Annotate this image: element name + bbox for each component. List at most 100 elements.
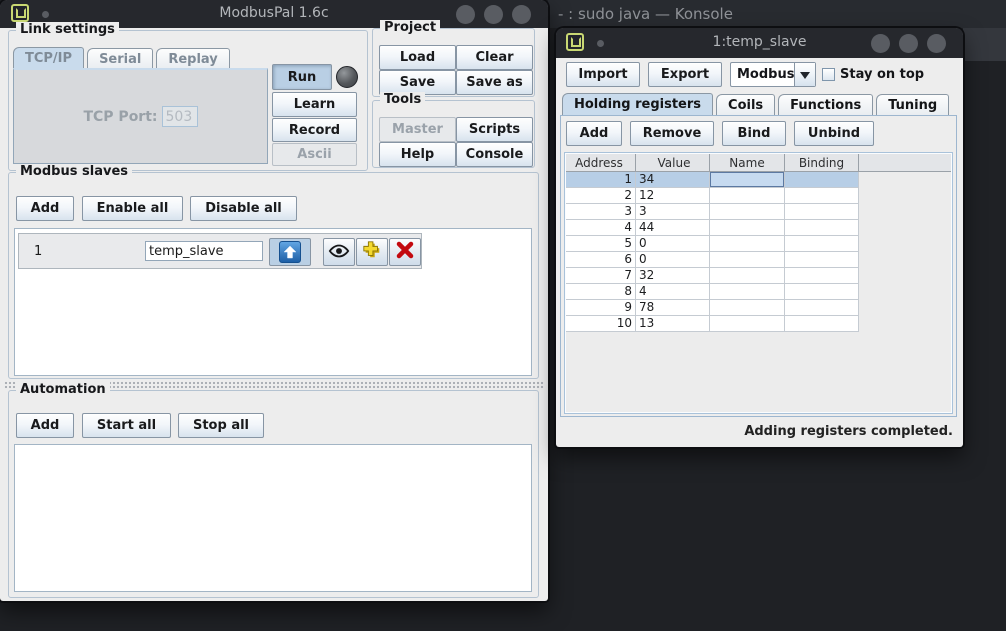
close-button[interactable] — [512, 5, 531, 24]
slave-row[interactable]: 1 — [18, 233, 422, 269]
register-row[interactable]: 10 13 — [566, 316, 859, 332]
binding-cell[interactable] — [785, 300, 859, 315]
tab-tuning[interactable]: Tuning — [876, 94, 949, 115]
column-header-address[interactable]: Address — [566, 154, 636, 171]
name-cell[interactable] — [710, 236, 785, 251]
tab-coils[interactable]: Coils — [716, 94, 775, 115]
tab-replay[interactable]: Replay — [156, 48, 229, 69]
address-cell[interactable]: 1 — [566, 172, 636, 187]
name-cell[interactable] — [710, 300, 785, 315]
minimize-button[interactable] — [456, 5, 475, 24]
name-cell[interactable] — [710, 268, 785, 283]
name-cell[interactable] — [710, 204, 785, 219]
maximize-button[interactable] — [899, 34, 918, 53]
unbind-button[interactable]: Unbind — [794, 121, 874, 146]
address-cell[interactable]: 10 — [566, 316, 636, 331]
slave-view-button[interactable] — [323, 238, 355, 266]
column-header-name[interactable]: Name — [710, 154, 785, 171]
register-row[interactable]: 7 32 — [566, 268, 859, 284]
binding-cell[interactable] — [785, 252, 859, 267]
binding-cell[interactable] — [785, 316, 859, 331]
remove-register-button[interactable]: Remove — [630, 121, 714, 146]
name-cell[interactable] — [710, 316, 785, 331]
minimize-button[interactable] — [871, 34, 890, 53]
register-row[interactable]: 1 34 — [566, 172, 859, 188]
value-cell[interactable]: 0 — [636, 252, 710, 267]
start-all-button[interactable]: Start all — [82, 413, 171, 438]
address-cell[interactable]: 2 — [566, 188, 636, 203]
import-button[interactable]: Import — [566, 62, 640, 87]
register-row[interactable]: 3 3 — [566, 204, 859, 220]
address-cell[interactable]: 3 — [566, 204, 636, 219]
export-button[interactable]: Export — [648, 62, 722, 87]
name-cell[interactable] — [710, 252, 785, 267]
binding-cell[interactable] — [785, 236, 859, 251]
value-cell[interactable]: 0 — [636, 236, 710, 251]
slave-name-input[interactable] — [145, 241, 263, 261]
record-button[interactable]: Record — [272, 118, 357, 142]
name-cell[interactable] — [710, 188, 785, 203]
stop-all-button[interactable]: Stop all — [178, 413, 264, 438]
add-slave-button[interactable]: Add — [16, 196, 74, 221]
ascii-button[interactable]: Ascii — [272, 143, 357, 166]
value-cell[interactable]: 32 — [636, 268, 710, 283]
register-row[interactable]: 9 78 — [566, 300, 859, 316]
stay-on-top-checkbox[interactable] — [822, 68, 835, 81]
column-header-binding[interactable]: Binding — [785, 154, 859, 171]
binding-cell[interactable] — [785, 220, 859, 235]
learn-button[interactable]: Learn — [272, 92, 357, 117]
address-cell[interactable]: 6 — [566, 252, 636, 267]
add-register-button[interactable]: Add — [566, 121, 622, 146]
address-cell[interactable]: 9 — [566, 300, 636, 315]
load-button[interactable]: Load — [379, 45, 456, 70]
register-row[interactable]: 2 12 — [566, 188, 859, 204]
binding-cell[interactable] — [785, 204, 859, 219]
binding-cell[interactable] — [785, 172, 859, 187]
enable-all-button[interactable]: Enable all — [82, 196, 183, 221]
register-row[interactable]: 6 0 — [566, 252, 859, 268]
binding-cell[interactable] — [785, 188, 859, 203]
add-automation-button[interactable]: Add — [16, 413, 74, 438]
stay-on-top-label[interactable]: Stay on top — [840, 62, 924, 87]
slave-window-titlebar[interactable]: 1:temp_slave — [556, 28, 963, 58]
binding-cell[interactable] — [785, 268, 859, 283]
value-cell[interactable]: 44 — [636, 220, 710, 235]
master-button[interactable]: Master — [379, 117, 456, 142]
run-button[interactable]: Run — [272, 64, 332, 90]
implementation-combobox[interactable]: Modbus — [730, 62, 816, 87]
slave-delete-button[interactable] — [389, 238, 421, 266]
binding-cell[interactable] — [785, 284, 859, 299]
name-cell[interactable] — [710, 172, 785, 187]
maximize-button[interactable] — [484, 5, 503, 24]
value-cell[interactable]: 34 — [636, 172, 710, 187]
combobox-arrow-button[interactable] — [794, 63, 815, 86]
value-cell[interactable]: 4 — [636, 284, 710, 299]
close-button[interactable] — [927, 34, 946, 53]
tab-serial[interactable]: Serial — [87, 48, 153, 69]
disable-all-button[interactable]: Disable all — [190, 196, 297, 221]
registers-table-scrollpane[interactable]: Address Value Name Binding 1 34 2 12 — [564, 152, 953, 414]
help-button[interactable]: Help — [379, 142, 456, 167]
save-as-button[interactable]: Save as — [456, 70, 533, 95]
tcp-port-input[interactable] — [162, 106, 198, 127]
address-cell[interactable]: 7 — [566, 268, 636, 283]
value-cell[interactable]: 3 — [636, 204, 710, 219]
address-cell[interactable]: 8 — [566, 284, 636, 299]
slave-add-automation-button[interactable] — [356, 238, 388, 266]
name-cell[interactable] — [710, 284, 785, 299]
bind-button[interactable]: Bind — [722, 121, 786, 146]
address-cell[interactable]: 4 — [566, 220, 636, 235]
console-button[interactable]: Console — [456, 142, 533, 167]
value-cell[interactable]: 13 — [636, 316, 710, 331]
register-row[interactable]: 8 4 — [566, 284, 859, 300]
value-cell[interactable]: 78 — [636, 300, 710, 315]
register-row[interactable]: 5 0 — [566, 236, 859, 252]
column-header-value[interactable]: Value — [636, 154, 710, 171]
name-cell[interactable] — [710, 220, 785, 235]
register-row[interactable]: 4 44 — [566, 220, 859, 236]
tab-tcpip[interactable]: TCP/IP — [13, 47, 84, 69]
value-cell[interactable]: 12 — [636, 188, 710, 203]
tab-holding-registers[interactable]: Holding registers — [562, 93, 713, 115]
scripts-button[interactable]: Scripts — [456, 117, 533, 142]
address-cell[interactable]: 5 — [566, 236, 636, 251]
